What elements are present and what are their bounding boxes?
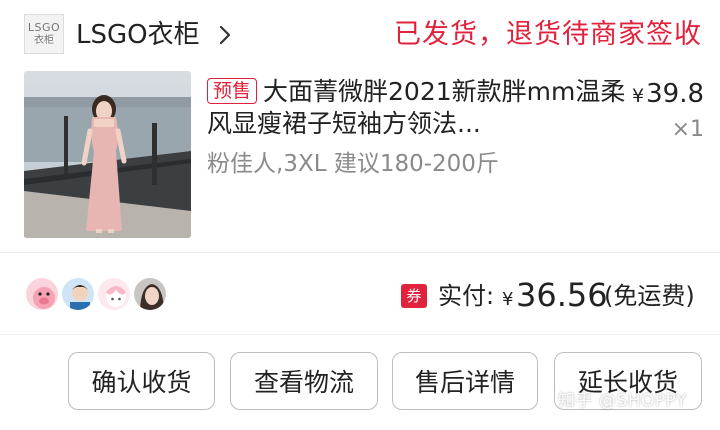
product-title[interactable]: 预售 大面菁微胖2021新款胖mm温柔风显瘦裙子短袖方领法... <box>207 76 627 140</box>
product-title-text: 大面菁微胖2021新款胖mm温柔风显瘦裙子短袖方领法... <box>207 77 626 138</box>
paid-label: 实付: <box>438 282 495 310</box>
price-value: 39.8 <box>646 79 704 109</box>
presale-badge: 预售 <box>207 78 258 104</box>
chevron-right-icon[interactable] <box>215 24 235 46</box>
paid-amount: 36.56 <box>516 276 608 314</box>
product-thumbnail[interactable] <box>24 71 191 238</box>
coupon-icon: 券 <box>401 284 427 308</box>
avatar-cartoon <box>96 276 132 312</box>
store-name-link[interactable]: LSGO衣柜 <box>76 18 200 52</box>
order-status: 已发货，退货待商家签收 <box>394 19 702 50</box>
divider <box>0 334 720 335</box>
confirm-receipt-button[interactable]: 确认收货 <box>68 352 215 410</box>
avatar-child <box>60 276 96 312</box>
product-price: ¥39.8 <box>632 78 704 112</box>
product-quantity: ×1 <box>671 117 704 142</box>
watermark: 知乎 @SHOPPY <box>558 391 687 411</box>
divider <box>0 252 720 253</box>
product-sku: 粉佳人,3XL 建议180-200斤 <box>207 151 499 177</box>
store-logo-text-line2: 衣柜 <box>34 34 54 46</box>
avatar-woman <box>132 276 168 312</box>
price-currency: ¥ <box>632 85 645 107</box>
paid-currency: ¥ <box>502 289 514 310</box>
after-sales-button[interactable]: 售后详情 <box>392 352 538 410</box>
store-logo[interactable]: LSGO 衣柜 <box>24 14 64 54</box>
store-logo-text-line1: LSGO <box>27 20 61 34</box>
shipping-note: (免运费) <box>604 282 695 310</box>
avatar-pig <box>24 276 60 312</box>
view-logistics-button[interactable]: 查看物流 <box>230 352 378 410</box>
